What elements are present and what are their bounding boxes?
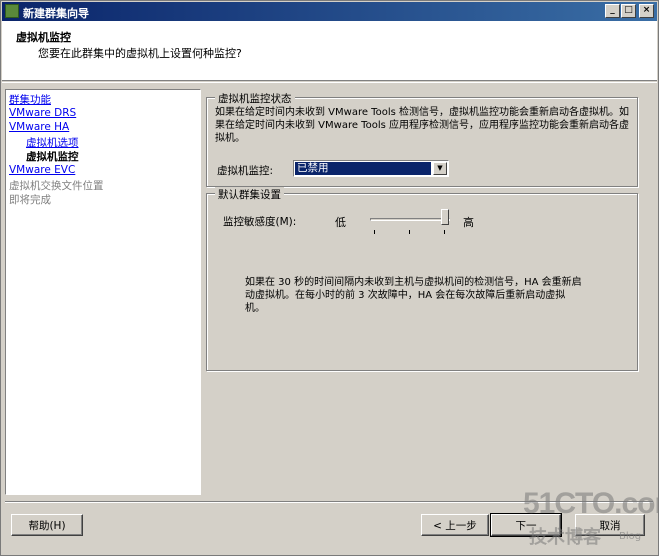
- nav-item-vmware-drs[interactable]: VMware DRS: [9, 107, 76, 119]
- footer-divider: [5, 501, 653, 503]
- dropdown-selected-value: 已禁用: [295, 162, 431, 175]
- sensitivity-label: 监控敏感度(M):: [223, 216, 297, 228]
- nav-item-ready-to-complete: 即将完成: [9, 194, 51, 206]
- maximize-button[interactable]: □: [621, 4, 636, 18]
- title-bar[interactable]: 新建群集向导 _ □ ×: [2, 2, 657, 21]
- wizard-window: 新建群集向导 _ □ × 虚拟机监控 您要在此群集中的虚拟机上设置何种监控? 群…: [0, 0, 659, 556]
- wizard-header: 虚拟机监控 您要在此群集中的虚拟机上设置何种监控?: [2, 21, 657, 81]
- page-subtitle: 您要在此群集中的虚拟机上设置何种监控?: [38, 47, 242, 60]
- wizard-nav: 群集功能 VMware DRS VMware HA 虚拟机选项 虚拟机监控 VM…: [5, 89, 201, 495]
- sensitivity-high-label: 高: [463, 216, 474, 229]
- nav-item-vm-options[interactable]: 虚拟机选项: [26, 135, 79, 150]
- group-legend: 默认群集设置: [215, 187, 284, 202]
- window-title: 新建群集向导: [23, 7, 89, 20]
- vm-monitoring-dropdown[interactable]: 已禁用 ▼: [293, 160, 449, 177]
- default-cluster-settings-group: 默认群集设置 监控敏感度(M): 低 高 如果在 30 秒的时间间隔内未收到主机…: [206, 187, 638, 371]
- nav-item-vmware-ha[interactable]: VMware HA: [9, 121, 69, 133]
- chevron-down-icon[interactable]: ▼: [433, 162, 447, 175]
- next-button[interactable]: 下一: [490, 513, 562, 537]
- minimize-button[interactable]: _: [605, 4, 620, 18]
- nav-item-vmware-evc[interactable]: VMware EVC: [9, 164, 75, 176]
- sensitivity-low-label: 低: [335, 216, 346, 229]
- page-title: 虚拟机监控: [16, 31, 71, 44]
- vm-monitoring-label: 虚拟机监控:: [217, 165, 274, 177]
- content-area: 虚拟机监控状态 如果在给定时间内未收到 VMware Tools 检测信号，虚拟…: [206, 89, 638, 371]
- app-icon: [5, 4, 19, 18]
- close-button[interactable]: ×: [639, 4, 654, 18]
- sensitivity-slider-track[interactable]: [370, 218, 450, 221]
- nav-item-cluster-features[interactable]: 群集功能: [9, 92, 51, 107]
- cancel-button[interactable]: 取消: [575, 514, 645, 536]
- vm-monitoring-description: 如果在给定时间内未收到 VMware Tools 检测信号，虚拟机监控功能会重新…: [215, 107, 629, 144]
- header-divider: [2, 82, 657, 83]
- vm-monitoring-status-group: 虚拟机监控状态 如果在给定时间内未收到 VMware Tools 检测信号，虚拟…: [206, 91, 638, 187]
- slider-tick: [409, 230, 410, 234]
- slider-tick: [444, 230, 445, 234]
- nav-item-vm-monitoring: 虚拟机监控: [26, 151, 79, 163]
- back-button[interactable]: < 上一步: [421, 514, 489, 536]
- help-button[interactable]: 帮助(H): [11, 514, 83, 536]
- group-legend: 虚拟机监控状态: [215, 91, 295, 106]
- nav-item-swapfile-location: 虚拟机交换文件位置: [9, 180, 104, 192]
- sensitivity-slider-thumb[interactable]: [441, 209, 449, 225]
- slider-tick: [374, 230, 375, 234]
- sensitivity-description: 如果在 30 秒的时间间隔内未收到主机与虚拟机间的检测信号，HA 会重新启动虚拟…: [245, 277, 582, 314]
